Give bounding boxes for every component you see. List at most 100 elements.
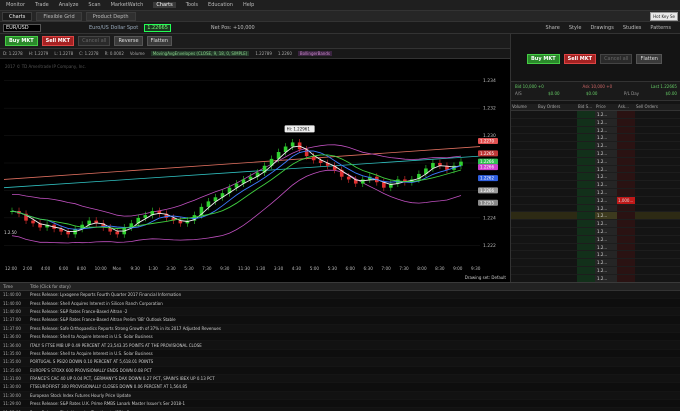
menu-analyze[interactable]: Analyze [59, 2, 79, 8]
ladder-bid-size[interactable] [577, 227, 595, 235]
news-title[interactable]: Press Release: S&P Rates France-Based Al… [30, 309, 127, 314]
ladder-bid-size[interactable] [577, 188, 595, 196]
ladder-sell-orders[interactable] [635, 127, 680, 134]
news-title[interactable]: European Stock Index Futures Hourly Pric… [30, 393, 131, 398]
ladder-sell-orders[interactable] [635, 236, 680, 243]
ladder-buy-orders[interactable] [537, 220, 577, 227]
ladder-bid-size[interactable] [577, 266, 595, 274]
ladder-row[interactable]: 1.2... [511, 266, 680, 275]
sell-mkt-button[interactable]: Sell MKT [41, 36, 75, 46]
news-title[interactable]: Press Release: S&P Rates France-Based Al… [30, 317, 176, 322]
ladder-sell-orders[interactable] [635, 205, 680, 212]
cancel-all-button[interactable]: Cancel all [78, 36, 111, 46]
ladder-bid-size[interactable] [577, 181, 595, 188]
ladder-bid-size[interactable] [577, 212, 595, 220]
chart-canvas[interactable]: 1.2341.2321.2301.2281.2261.2241.222Hi: 1… [0, 59, 510, 282]
ladder-sell-orders[interactable] [635, 197, 680, 204]
news-title[interactable]: PORTUGAL S PSI20 DOWN 0.10 PERCENT AT 5,… [30, 359, 153, 364]
ladder-row[interactable]: 1.2... [511, 149, 680, 158]
ladder-row[interactable]: 1.2... [511, 181, 680, 189]
ladder-row[interactable]: 1.2... [511, 173, 680, 182]
moving-avg-study[interactable]: MovingAvgEnvelopes (CLOSE, 9, 18, 0, SIM… [150, 51, 250, 56]
ladder-bid-size[interactable] [577, 157, 595, 165]
menu-marketwatch[interactable]: MarketWatch [111, 2, 144, 8]
ladder-ask-size[interactable] [617, 227, 635, 235]
ladder-ask-size[interactable] [617, 134, 635, 142]
ladder-row[interactable]: 1.2... [511, 118, 680, 127]
news-title[interactable]: Press Release: Safe Orthopaedics Reports… [30, 326, 221, 331]
ladder-ask-size[interactable] [617, 188, 635, 196]
news-row[interactable]: 11:35:00 Press Release: Shell to Acquire … [0, 350, 680, 359]
patterns-button[interactable]: Patterns [650, 25, 671, 31]
flatten-button[interactable]: Flatten [146, 36, 173, 46]
at-sell-mkt-button[interactable]: Sell MKT [563, 54, 597, 64]
menu-trade[interactable]: Trade [35, 2, 49, 8]
ladder-buy-orders[interactable] [537, 119, 577, 126]
ladder-ask-size[interactable] [617, 165, 635, 173]
news-row[interactable]: 11:40:00 Press Release: S&P Rates France-… [0, 307, 680, 317]
ladder-col-volume[interactable]: Volume [511, 104, 537, 110]
ladder-sell-orders[interactable] [635, 275, 680, 282]
ladder-bid-size[interactable] [577, 251, 595, 259]
news-title[interactable]: ITALY S FTSE MIB UP 0.49 PERCENT AT 23,5… [30, 343, 202, 348]
ladder-bid-size[interactable] [577, 235, 595, 243]
tab-charts[interactable]: Charts [2, 11, 33, 21]
tab-flexible-grid[interactable]: Flexible Grid [36, 11, 82, 21]
news-title[interactable]: Press Release: Shell Acquires Interest i… [30, 301, 163, 306]
ladder-row[interactable]: 1.2... [511, 204, 680, 213]
ladder-col-bid-s[interactable]: Bid S... [577, 104, 595, 110]
ladder-sell-orders[interactable] [635, 111, 680, 118]
ladder-ask-size[interactable] [617, 259, 635, 266]
menu-charts[interactable]: Charts [153, 2, 176, 8]
ladder-row[interactable]: 1.2... [511, 134, 680, 143]
ladder-ask-size[interactable] [617, 274, 635, 282]
reverse-button[interactable]: Reverse [114, 36, 143, 46]
ladder-row[interactable]: 1.2... [511, 243, 680, 252]
ladder-bid-size[interactable] [577, 149, 595, 157]
ladder-sell-orders[interactable] [635, 259, 680, 266]
news-title[interactable]: Press Release: Shell to Acquire Interest… [30, 334, 153, 339]
ladder-buy-orders[interactable] [537, 181, 577, 188]
ladder-buy-orders[interactable] [537, 228, 577, 235]
news-title[interactable]: Press Release: S&P Rates U.K. Prime RMBS… [30, 401, 185, 406]
ladder-buy-orders[interactable] [537, 111, 577, 118]
ladder-bid-size[interactable] [577, 274, 595, 282]
ladder-bid-size[interactable] [577, 111, 595, 118]
ladder-bid-size[interactable] [577, 204, 595, 212]
ladder-buy-orders[interactable] [537, 134, 577, 141]
ladder-buy-orders[interactable] [537, 173, 577, 180]
ladder-sell-orders[interactable] [635, 173, 680, 180]
at-cancel-all-button[interactable]: Cancel all [600, 54, 633, 64]
ladder-col-ask[interactable]: Ask... [617, 104, 635, 110]
ladder-buy-orders[interactable] [537, 275, 577, 282]
ladder-row[interactable]: 1.2... [511, 165, 680, 174]
ladder-row[interactable]: 1.2... [511, 220, 680, 228]
ladder-ask-size[interactable] [617, 204, 635, 212]
ladder-sell-orders[interactable] [635, 142, 680, 149]
ladder-sell-orders[interactable] [635, 189, 680, 196]
ladder-sell-orders[interactable] [635, 244, 680, 251]
drawings-button[interactable]: Drawings [590, 25, 613, 31]
ladder-buy-orders[interactable] [537, 244, 577, 251]
news-col-time[interactable]: Time [0, 284, 30, 289]
ladder-buy-orders[interactable] [537, 150, 577, 157]
ladder-row[interactable]: 1.2... [511, 259, 680, 267]
news-title[interactable]: FTSEUROFIRST 300 PROVISIONALLY CLOSES DO… [30, 384, 187, 389]
ladder-ask-size[interactable] [617, 173, 635, 181]
ladder-sell-orders[interactable] [635, 134, 680, 141]
ladder-bid-size[interactable] [577, 173, 595, 181]
ladder-buy-orders[interactable] [537, 142, 577, 149]
ladder-ask-size[interactable] [617, 266, 635, 274]
news-row[interactable]: 11:30:00 FTSEUROFIRST 300 PROVISIONALLY C… [0, 383, 680, 392]
volume-label[interactable]: Volume [130, 51, 145, 56]
buy-mkt-button[interactable]: Buy MKT [5, 36, 38, 46]
ladder-sell-orders[interactable] [635, 267, 680, 274]
studies-button[interactable]: Studies [623, 25, 642, 31]
ladder-bid-size[interactable] [577, 142, 595, 149]
ladder-bid-size[interactable] [577, 220, 595, 227]
ladder-ask-size[interactable] [617, 251, 635, 259]
ladder-col-buy-orders[interactable]: Buy Orders [537, 104, 577, 110]
news-col-title[interactable]: Title (Click for story) [30, 284, 71, 289]
ladder-row[interactable]: 1.2... [511, 227, 680, 236]
ladder-sell-orders[interactable] [635, 119, 680, 126]
